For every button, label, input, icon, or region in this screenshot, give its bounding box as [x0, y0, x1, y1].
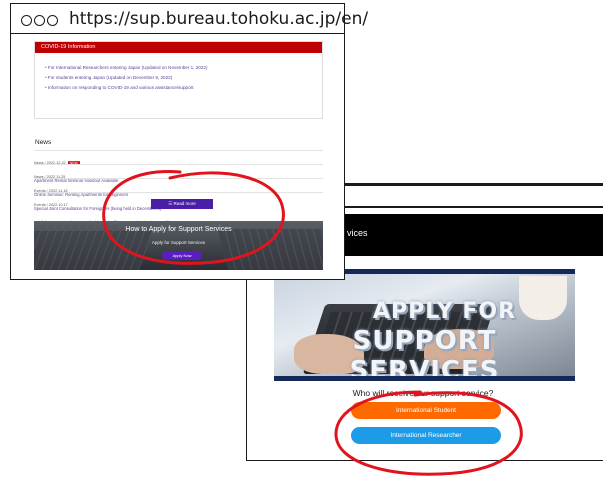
apply-hero-image: APPLY FOR SUPPORT SERVICES [274, 269, 575, 381]
covid-header: COVID-19 Information [35, 42, 322, 53]
banner-title: vices [347, 228, 368, 238]
apply-section-title: How to Apply for Support Services [125, 226, 232, 233]
keyboard-image [34, 231, 154, 270]
apply-now-button[interactable]: Apply Now [162, 251, 202, 260]
keyboard-image [217, 229, 323, 270]
news-heading: News [35, 139, 52, 146]
hero-title-line2: SUPPORT SERVICES [349, 326, 500, 381]
window-dot-icon[interactable] [21, 15, 32, 26]
international-student-button[interactable]: International Student [351, 402, 501, 419]
covid-link[interactable]: For students entering Japan (Updated on … [45, 75, 322, 80]
covid-info-box: COVID-19 Information For International R… [34, 41, 323, 119]
apply-section-subtitle: Apply for Support Services [151, 240, 206, 245]
window-dot-icon[interactable] [34, 15, 45, 26]
read-more-label: Read more [173, 201, 196, 206]
hero-title-line1: APPLY FOR [372, 299, 517, 324]
window-dot-icon[interactable] [47, 15, 58, 26]
browser-window: https://sup.bureau.tohoku.ac.jp/en/ COVI… [10, 3, 368, 280]
news-item[interactable]: News / 2022.12.22 NEW Apartment Rental Se… [34, 150, 323, 183]
window-edge [342, 184, 603, 186]
news-meta: Events / 2022.10.17 [34, 203, 68, 207]
address-bar[interactable]: https://sup.bureau.tohoku.ac.jp/en/ [11, 4, 368, 34]
audience-question: Who will receive our support service? [352, 388, 494, 398]
apply-section: How to Apply for Support Services Apply … [34, 221, 323, 270]
news-item[interactable]: Events / 2022.11.18 Special Joint Consul… [34, 178, 323, 211]
covid-link[interactable]: For International Researchers entering J… [45, 65, 322, 70]
read-more-button[interactable]: ☰ Read more [151, 199, 213, 209]
url-text[interactable]: https://sup.bureau.tohoku.ac.jp/en/ [69, 9, 368, 29]
window-controls [21, 13, 60, 29]
covid-link[interactable]: Information on responding to COVID-19 an… [45, 85, 322, 90]
page-content: COVID-19 Information For International R… [34, 41, 323, 270]
international-researcher-button[interactable]: International Researcher [351, 427, 501, 444]
news-item[interactable]: News / 2022.11.25 Online Seminar: Rentin… [34, 164, 323, 197]
